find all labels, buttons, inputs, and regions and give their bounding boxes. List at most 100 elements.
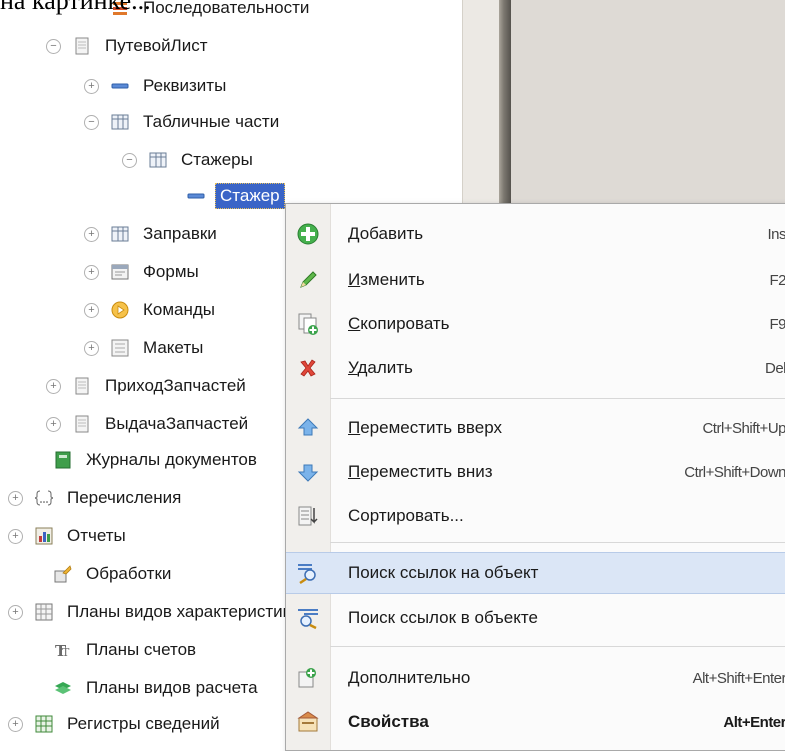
menu-item-shortcut: Alt+Enter	[723, 713, 785, 731]
processing-icon	[54, 565, 72, 583]
tree-item[interactable]: + Реквизиты	[84, 70, 230, 102]
tree-item[interactable]: + Перечисления	[8, 482, 185, 514]
expand-toggle-icon[interactable]: +	[84, 302, 99, 318]
tree-item-label: ПутевойЛист	[105, 36, 208, 55]
menu-item-label: Поиск ссылок на объект	[348, 563, 538, 583]
calc-types-icon	[54, 679, 72, 697]
document-icon	[73, 415, 91, 433]
tree-item-label: Отчеты	[67, 526, 126, 545]
menu-item-label: Дополнительно	[348, 668, 470, 688]
menu-item-label: Переместить вверх	[348, 418, 502, 438]
menu-accelerator-letter: С	[348, 314, 361, 333]
caption-text: на картинке...	[0, 0, 151, 15]
menu-item-properties[interactable]: Свойства Alt+Enter	[286, 702, 785, 742]
menu-accelerator-letter: Д	[348, 224, 360, 243]
menu-item-label: Изменить	[348, 270, 425, 290]
menu-item-move-down[interactable]: Переместить вниз Ctrl+Shift+Down	[286, 452, 785, 492]
tree-item-label: Последовательности	[143, 0, 310, 17]
tree-item-label: Табличные части	[143, 112, 280, 131]
menu-item-shortcut: Ctrl+Shift+Up	[702, 419, 785, 437]
tree-item-label: ВыдачаЗапчастей	[105, 414, 249, 433]
tree-item-label: Формы	[143, 262, 199, 281]
expand-toggle-icon[interactable]: +	[8, 490, 23, 506]
expand-toggle-icon[interactable]: +	[46, 416, 61, 432]
tree-item[interactable]: + ПриходЗапчастей	[46, 370, 250, 402]
tree-item-label: ПриходЗапчастей	[105, 376, 246, 395]
menu-item-shortcut: F9	[769, 315, 785, 333]
context-menu: Добавить Ins Изменить F2 Скопировать F9 Удалит…	[285, 203, 785, 751]
tree-item[interactable]: Журналы документов	[27, 444, 261, 476]
menu-item-shortcut: Ins	[767, 225, 785, 243]
menu-item-label: Добавить	[348, 224, 423, 244]
menu-item-extra[interactable]: Дополнительно Alt+Shift+Enter	[286, 658, 785, 698]
edit-icon	[286, 260, 330, 300]
tree-item[interactable]: − Табличные части	[84, 106, 283, 138]
tree-item[interactable]: + Отчеты	[8, 520, 130, 552]
tree-item[interactable]: + Макеты	[84, 332, 207, 364]
properties-icon	[286, 702, 330, 742]
tree-item[interactable]: + Формы	[84, 256, 203, 288]
table-icon	[111, 113, 129, 131]
extra-icon	[286, 658, 330, 698]
expand-toggle-icon[interactable]: +	[84, 340, 99, 356]
menu-item-label: Удалить	[348, 358, 413, 378]
collapse-toggle-icon[interactable]: −	[84, 114, 99, 130]
layout-icon	[111, 339, 129, 357]
tree-item[interactable]: + Заправки	[84, 218, 221, 250]
tree-item[interactable]: + Регистры сведений	[8, 708, 224, 740]
add-icon	[286, 214, 330, 254]
expand-toggle-icon[interactable]: +	[8, 604, 23, 620]
menu-item-text: Свойства	[348, 712, 429, 731]
tree-item-label: Команды	[143, 300, 216, 319]
expand-toggle-icon[interactable]: +	[84, 226, 99, 242]
menu-item-delete[interactable]: Удалить Del	[286, 348, 785, 388]
menu-item-text: далить	[357, 358, 413, 377]
tree-item-label-selected: Стажер	[215, 183, 285, 209]
enum-icon	[35, 489, 53, 507]
expand-toggle-icon[interactable]: +	[84, 264, 99, 280]
chart-types-icon	[35, 603, 53, 621]
tree-item-label: Реквизиты	[143, 76, 227, 95]
menu-separator	[330, 542, 785, 543]
collapse-toggle-icon[interactable]: −	[122, 152, 137, 168]
menu-item-text: Дополнительно	[348, 668, 471, 687]
attribute-icon	[187, 187, 205, 205]
menu-item-shortcut: Ctrl+Shift+Down	[684, 463, 785, 481]
menu-accelerator-letter: П	[348, 462, 361, 481]
tree-item[interactable]: − ПутевойЛист	[46, 30, 212, 62]
menu-item-edit[interactable]: Изменить F2	[286, 260, 785, 300]
tree-item[interactable]: Стажер	[160, 180, 285, 212]
menu-item-label: Свойства	[348, 712, 429, 732]
delete-icon	[286, 348, 330, 388]
collapse-toggle-icon[interactable]: −	[46, 38, 61, 54]
tree-item[interactable]: Обработки	[27, 558, 175, 590]
expand-toggle-icon[interactable]: +	[8, 716, 23, 732]
menu-item-sort[interactable]: Сортировать...	[286, 496, 785, 536]
tree-item[interactable]: Т Т Планы счетов	[27, 634, 200, 666]
expand-toggle-icon[interactable]: +	[46, 378, 61, 394]
find-refs-to-icon	[286, 553, 330, 593]
menu-item-find-refs-to[interactable]: Поиск ссылок на объект	[286, 552, 785, 594]
tree-item-label: Журналы документов	[86, 450, 257, 469]
report-icon	[35, 527, 53, 545]
menu-item-move-up[interactable]: Переместить вверх Ctrl+Shift+Up	[286, 408, 785, 448]
tree-item[interactable]: + Команды	[84, 294, 219, 326]
tree-item[interactable]: + Планы видов характеристик	[8, 596, 294, 628]
tree-item-label: Заправки	[143, 224, 217, 243]
tree-item[interactable]: − Стажеры	[122, 144, 257, 176]
find-refs-in-icon	[286, 598, 330, 638]
menu-item-copy[interactable]: Скопировать F9	[286, 304, 785, 344]
menu-item-text: копировать	[360, 314, 450, 333]
expand-toggle-icon[interactable]: +	[8, 528, 23, 544]
tree-item[interactable]: + ВыдачаЗапчастей	[46, 408, 252, 440]
expand-toggle-icon[interactable]: +	[84, 78, 99, 94]
menu-item-text: зменить	[360, 270, 425, 289]
attribute-icon	[111, 77, 129, 95]
menu-item-text: Сортировать...	[348, 506, 464, 525]
tree-item-label: Перечисления	[67, 488, 182, 507]
command-icon	[111, 301, 129, 319]
menu-item-add[interactable]: Добавить Ins	[286, 214, 785, 254]
tree-item[interactable]: Планы видов расчета	[27, 672, 262, 704]
move-up-icon	[286, 408, 330, 448]
menu-item-find-refs-in[interactable]: Поиск ссылок в объекте	[286, 598, 785, 638]
